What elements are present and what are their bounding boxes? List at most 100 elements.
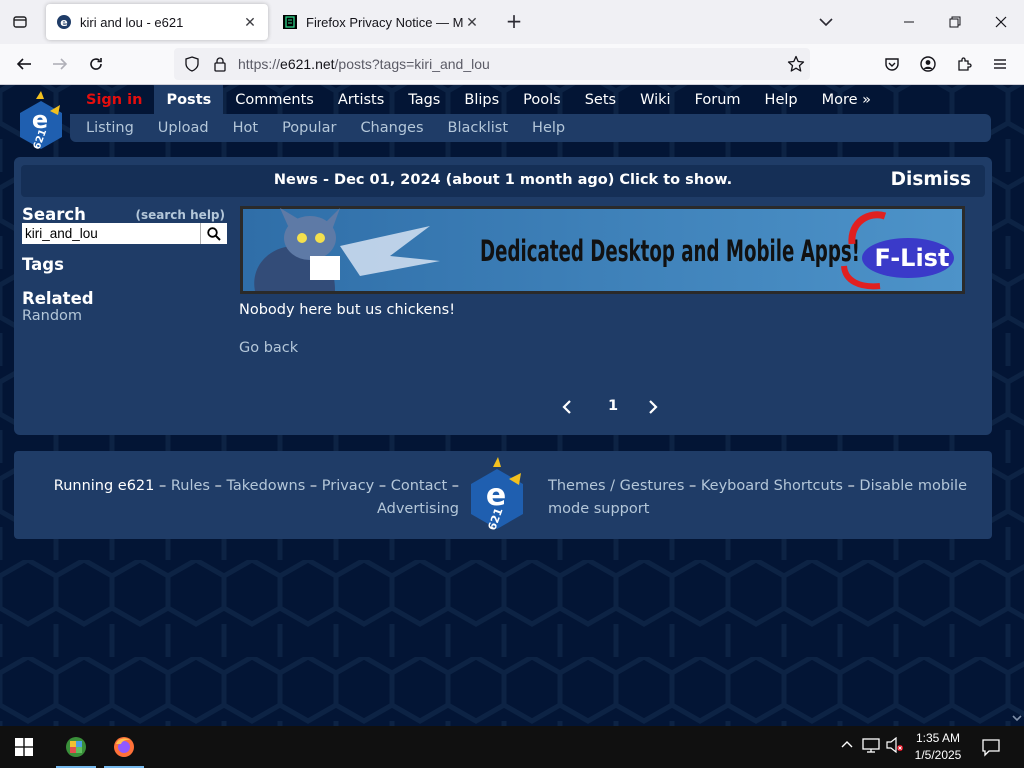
subnav-popular[interactable]: Popular bbox=[274, 120, 344, 136]
notification-icon[interactable] bbox=[980, 736, 1002, 758]
shield-icon[interactable] bbox=[180, 52, 204, 76]
sub-nav: Listing Upload Hot Popular Changes Black… bbox=[70, 114, 991, 142]
tab-list-icon bbox=[13, 16, 27, 28]
extensions-icon[interactable] bbox=[952, 52, 976, 76]
taskbar-firefox[interactable] bbox=[102, 726, 146, 768]
subnav-listing[interactable]: Listing bbox=[78, 120, 142, 136]
footer-separator: – bbox=[847, 478, 855, 494]
reload-icon[interactable] bbox=[84, 52, 108, 76]
windows-logo-icon bbox=[15, 738, 33, 756]
subnav-hot[interactable]: Hot bbox=[225, 120, 266, 136]
subnav-changes[interactable]: Changes bbox=[352, 120, 431, 136]
random-link[interactable]: Random bbox=[22, 308, 82, 324]
chevron-left-icon[interactable] bbox=[562, 399, 572, 419]
close-tab-icon[interactable]: ✕ bbox=[242, 14, 258, 31]
navigation-toolbar: https://e621.net/posts?tags=kiri_and_lou bbox=[0, 44, 1024, 85]
page-viewport: e 621 Sign in Posts Comments Artists Tag… bbox=[0, 85, 1024, 726]
footer-takedowns-link[interactable]: Takedowns bbox=[226, 478, 305, 494]
nav-pools[interactable]: Pools bbox=[511, 85, 573, 115]
account-icon[interactable] bbox=[916, 52, 940, 76]
e621-logo[interactable]: e 621 bbox=[14, 91, 68, 151]
footer-privacy-link[interactable]: Privacy bbox=[322, 478, 375, 494]
banner-text: Dedicated Desktop and Mobile Apps! bbox=[480, 234, 860, 268]
footer: Running e621 – Rules – Takedowns – Priva… bbox=[14, 451, 992, 539]
news-text[interactable]: News - Dec 01, 2024 (about 1 month ago) … bbox=[21, 172, 985, 188]
tab-e621[interactable]: e kiri and lou - e621 ✕ bbox=[46, 4, 268, 40]
minimize-icon[interactable] bbox=[886, 6, 932, 38]
footer-links-right: Themes / Gestures – Keyboard Shortcuts –… bbox=[548, 475, 978, 521]
dismiss-news-button[interactable]: Dismiss bbox=[891, 169, 971, 190]
forward-arrow-icon[interactable] bbox=[48, 52, 72, 76]
footer-links-left: Running e621 – Rules – Takedowns – Priva… bbox=[19, 475, 459, 521]
firefox-icon bbox=[114, 737, 134, 757]
main-nav: Sign in Posts Comments Artists Tags Blip… bbox=[70, 85, 883, 115]
content-panel: News - Dec 01, 2024 (about 1 month ago) … bbox=[14, 157, 992, 435]
footer-advertising-link[interactable]: Advertising bbox=[377, 501, 459, 517]
pocket-icon[interactable] bbox=[880, 52, 904, 76]
close-window-icon[interactable] bbox=[978, 6, 1024, 38]
nav-artists[interactable]: Artists bbox=[326, 85, 396, 115]
chevron-right-icon[interactable] bbox=[648, 399, 658, 419]
footer-separator: – bbox=[689, 478, 697, 494]
nav-more[interactable]: More » bbox=[810, 85, 883, 115]
tab-firefox-privacy[interactable]: Firefox Privacy Notice — Mozill ✕ bbox=[272, 4, 490, 40]
tab-bar: e kiri and lou - e621 ✕ Firefox Privacy … bbox=[0, 0, 1024, 44]
subnav-blacklist[interactable]: Blacklist bbox=[440, 120, 517, 136]
network-icon[interactable] bbox=[862, 737, 880, 757]
footer-contact-link[interactable]: Contact bbox=[391, 478, 447, 494]
restore-icon[interactable] bbox=[932, 6, 978, 38]
flist-logo-text: F-List bbox=[875, 244, 950, 272]
taskbar-system-app[interactable] bbox=[54, 726, 98, 768]
url-bar[interactable]: https://e621.net/posts?tags=kiri_and_lou bbox=[174, 48, 810, 80]
nav-wiki[interactable]: Wiki bbox=[628, 85, 682, 115]
footer-separator: – bbox=[309, 478, 318, 494]
nav-forum[interactable]: Forum bbox=[683, 85, 753, 115]
url-text[interactable]: https://e621.net/posts?tags=kiri_and_lou bbox=[238, 56, 490, 72]
running-e621: Running e621 bbox=[53, 478, 155, 494]
taskbar: 1:35 AM 1/5/2025 bbox=[0, 726, 1024, 768]
footer-shortcuts-link[interactable]: Keyboard Shortcuts bbox=[701, 478, 843, 494]
chevron-down-icon[interactable] bbox=[815, 11, 837, 33]
subnav-help[interactable]: Help bbox=[524, 120, 573, 136]
go-back-link[interactable]: Go back bbox=[239, 340, 298, 356]
subnav-upload[interactable]: Upload bbox=[150, 120, 217, 136]
current-page[interactable]: 1 bbox=[608, 398, 618, 414]
nav-comments[interactable]: Comments bbox=[223, 85, 326, 115]
new-tab-icon[interactable]: + bbox=[503, 11, 525, 33]
footer-rules-link[interactable]: Rules bbox=[171, 478, 210, 494]
close-tab-icon[interactable]: ✕ bbox=[464, 14, 480, 31]
tab-title: kiri and lou - e621 bbox=[80, 14, 184, 30]
taskbar-clock[interactable]: 1:35 AM 1/5/2025 bbox=[906, 730, 970, 764]
url-path: /posts?tags=kiri_and_lou bbox=[334, 56, 490, 72]
nav-sets[interactable]: Sets bbox=[573, 85, 628, 115]
footer-e621-logo: e 621 bbox=[471, 457, 523, 532]
search-input[interactable] bbox=[22, 223, 200, 244]
search-button[interactable] bbox=[200, 223, 227, 244]
sidebar: Search (search help) Tags Related Random bbox=[22, 205, 227, 324]
tags-heading: Tags bbox=[22, 255, 64, 274]
scroll-down-arrow-icon[interactable] bbox=[1011, 712, 1023, 724]
nav-sign-in[interactable]: Sign in bbox=[70, 85, 154, 115]
ad-banner[interactable]: Dedicated Desktop and Mobile Apps! F-Lis… bbox=[240, 206, 965, 294]
nav-help[interactable]: Help bbox=[753, 85, 810, 115]
back-arrow-icon[interactable] bbox=[12, 52, 36, 76]
bookmark-star-icon[interactable] bbox=[784, 52, 808, 76]
url-host: e621.net bbox=[280, 56, 335, 72]
nav-posts[interactable]: Posts bbox=[154, 85, 224, 115]
menu-icon[interactable] bbox=[988, 52, 1012, 76]
lock-icon[interactable] bbox=[208, 52, 232, 76]
search-row bbox=[22, 223, 227, 244]
footer-themes-link[interactable]: Themes / Gestures bbox=[548, 478, 684, 494]
system-app-icon bbox=[66, 737, 86, 757]
footer-separator: – bbox=[451, 478, 459, 494]
news-bar: News - Dec 01, 2024 (about 1 month ago) … bbox=[21, 165, 985, 197]
related-heading: Related bbox=[22, 289, 94, 308]
nav-tags[interactable]: Tags bbox=[396, 85, 452, 115]
search-help-link[interactable]: (search help) bbox=[136, 208, 225, 222]
nav-blips[interactable]: Blips bbox=[452, 85, 511, 115]
chevron-up-icon[interactable] bbox=[840, 737, 854, 755]
list-all-tabs-button[interactable] bbox=[8, 10, 32, 34]
volume-muted-icon[interactable] bbox=[886, 736, 904, 757]
start-button[interactable] bbox=[0, 726, 48, 768]
footer-separator: – bbox=[378, 478, 387, 494]
